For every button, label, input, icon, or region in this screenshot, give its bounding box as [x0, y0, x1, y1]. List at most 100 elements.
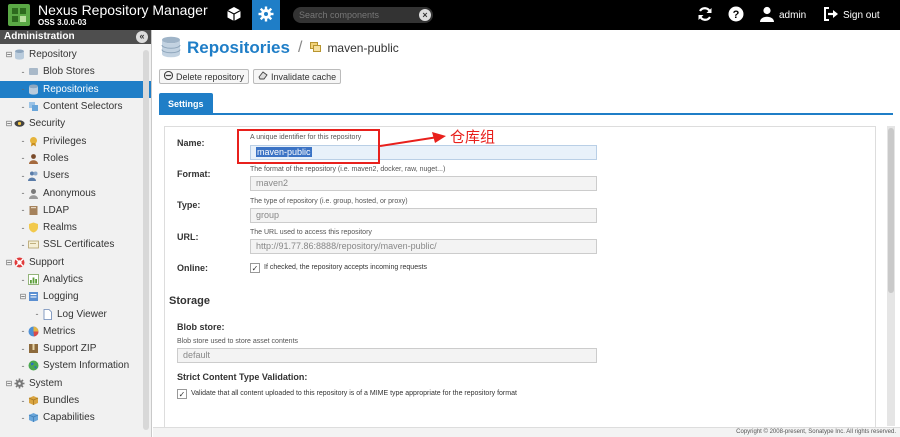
tree-leaf-connector: -	[21, 412, 25, 423]
sidebar-item-support-zip[interactable]: - Support ZIP	[0, 340, 151, 357]
page-title[interactable]: Repositories	[187, 38, 290, 58]
sidebar-item-logging[interactable]: ⊟ Logging	[0, 288, 151, 305]
book-icon	[28, 205, 39, 216]
tree-expanded-icon[interactable]: ⊟	[4, 379, 14, 388]
username-label: admin	[779, 9, 807, 21]
badge-icon	[28, 136, 39, 147]
sidebar-item-privileges[interactable]: - Privileges	[0, 132, 151, 149]
app-version: OSS 3.0.0-03	[38, 18, 87, 27]
admin-sidebar: Administration « ⊟ Repository - Blob Stores…	[0, 30, 152, 437]
tree-leaf-connector: -	[21, 66, 25, 77]
tree-expanded-icon[interactable]: ⊟	[18, 292, 28, 301]
type-label: Type:	[177, 200, 201, 210]
certificate-icon	[28, 239, 39, 250]
search-input[interactable]	[299, 9, 411, 21]
sidebar-item-system-information[interactable]: - System Information	[0, 357, 151, 374]
delete-repository-label: Delete repository	[176, 71, 245, 82]
tree-leaf-connector: -	[21, 170, 25, 181]
sidebar-item-log-viewer[interactable]: - Log Viewer	[0, 305, 151, 322]
user-menu[interactable]: admin	[760, 6, 806, 24]
type-help: The type of repository (i.e. group, host…	[250, 198, 408, 205]
tree-leaf-connector: -	[21, 239, 25, 250]
invalidate-cache-button[interactable]: Invalidate cache	[253, 69, 342, 84]
administration-button[interactable]	[252, 0, 280, 30]
tree-expanded-icon[interactable]: ⊟	[4, 258, 14, 267]
sidebar-item-label: Roles	[43, 152, 69, 164]
sidebar-scrollbar[interactable]	[143, 50, 149, 430]
sidebar-item-security[interactable]: ⊟ Security	[0, 115, 151, 132]
url-help: The URL used to access this repository	[250, 229, 372, 236]
repository-toolbar: Delete repository Invalidate cache	[159, 69, 345, 84]
sidebar-item-label: Anonymous	[43, 187, 96, 199]
sidebar-item-repository[interactable]: ⊟ Repository	[0, 46, 151, 63]
sidebar-item-system[interactable]: ⊟ System	[0, 375, 151, 392]
sidebar-item-capabilities[interactable]: - Capabilities	[0, 409, 151, 426]
sidebar-item-label: Content Selectors	[43, 101, 123, 113]
sidebar-item-support[interactable]: ⊟ Support	[0, 254, 151, 271]
help-button[interactable]: ?	[722, 0, 750, 30]
tree-leaf-connector: -	[21, 153, 25, 164]
sidebar-item-label: SSL Certificates	[43, 239, 115, 251]
admin-tree: ⊟ Repository - Blob Stores - Repositories - Con…	[0, 44, 151, 427]
sidebar-item-roles[interactable]: - Roles	[0, 150, 151, 167]
sidebar-item-label: Support	[29, 256, 65, 268]
strict-validation-checkbox[interactable]: ✓	[177, 389, 187, 399]
blob-store-label: Blob store:	[177, 322, 225, 332]
sign-out-button[interactable]: Sign out	[823, 6, 880, 24]
sidebar-item-label: Privileges	[43, 135, 87, 147]
nexus-logo-icon[interactable]	[8, 4, 30, 26]
sidebar-item-ssl-certificates[interactable]: - SSL Certificates	[0, 236, 151, 253]
online-label: Online:	[177, 263, 208, 273]
sidebar-item-repositories[interactable]: - Repositories	[0, 80, 151, 98]
tree-expanded-icon[interactable]: ⊟	[4, 50, 14, 59]
sidebar-item-label: Metrics	[43, 325, 76, 337]
delete-repository-button[interactable]: Delete repository	[159, 69, 250, 84]
sidebar-item-users[interactable]: - Users	[0, 167, 151, 184]
eye-icon	[14, 118, 25, 129]
sidebar-item-anonymous[interactable]: - Anonymous	[0, 184, 151, 201]
zip-icon	[28, 343, 39, 354]
sidebar-item-ldap[interactable]: - LDAP	[0, 202, 151, 219]
help-icon: ?	[728, 6, 744, 25]
search-box: ×	[293, 7, 433, 23]
tree-expanded-icon[interactable]: ⊟	[4, 119, 14, 128]
sidebar-item-blob-stores[interactable]: - Blob Stores	[0, 63, 151, 80]
footer: Copyright © 2008-present, Sonatype Inc. …	[153, 427, 900, 437]
sidebar-item-analytics[interactable]: - Analytics	[0, 271, 151, 288]
main-scrollbar[interactable]	[887, 126, 895, 426]
top-header: Nexus Repository Manager OSS 3.0.0-03 × …	[0, 0, 900, 30]
tab-settings[interactable]: Settings	[159, 93, 213, 115]
sidebar-item-label: Capabilities	[43, 412, 95, 424]
users-icon	[28, 170, 39, 182]
tree-leaf-connector: -	[35, 309, 39, 320]
strict-validation-label: Strict Content Type Validation:	[177, 372, 308, 382]
refresh-button[interactable]	[691, 0, 719, 30]
settings-form: Name: A unique identifier for this repos…	[164, 126, 876, 437]
repositories-database-icon	[161, 36, 181, 61]
tree-leaf-connector: -	[21, 343, 25, 354]
sidebar-item-realms[interactable]: - Realms	[0, 219, 151, 236]
sidebar-item-label: Users	[43, 170, 70, 182]
online-checkbox[interactable]: ✓	[250, 263, 260, 273]
sidebar-item-metrics[interactable]: - Metrics	[0, 323, 151, 340]
sidebar-item-label: Logging	[43, 291, 79, 303]
app-window: Nexus Repository Manager OSS 3.0.0-03 × …	[0, 0, 900, 437]
tree-leaf-connector: -	[21, 222, 25, 233]
browse-button[interactable]	[220, 0, 248, 30]
format-help: The format of the repository (i.e. maven…	[250, 166, 446, 173]
collapse-sidebar-icon[interactable]: «	[136, 31, 148, 43]
globe-icon	[28, 360, 39, 371]
sidebar-item-label: System	[29, 377, 63, 389]
breadcrumb-current: maven-public	[327, 41, 399, 55]
sidebar-item-label: Log Viewer	[57, 308, 107, 320]
clear-search-icon[interactable]: ×	[419, 9, 431, 21]
format-label: Format:	[177, 169, 211, 179]
anonymous-icon	[28, 188, 39, 199]
sidebar-item-label: LDAP	[43, 204, 70, 216]
sidebar-item-bundles[interactable]: - Bundles	[0, 392, 151, 409]
sidebar-item-content-selectors[interactable]: - Content Selectors	[0, 98, 151, 115]
sidebar-item-label: Realms	[43, 222, 77, 234]
annotation-label: 仓库组	[450, 128, 496, 146]
annotation-arrow-icon	[380, 132, 446, 147]
page-header: Repositories / maven-public	[161, 36, 399, 60]
